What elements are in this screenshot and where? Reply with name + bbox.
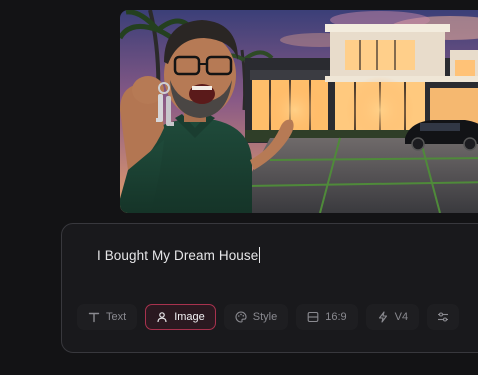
style-label: Style xyxy=(252,311,278,323)
model-version-label: V4 xyxy=(394,311,409,323)
lightning-icon xyxy=(378,311,387,323)
model-version-button[interactable]: V4 xyxy=(365,304,420,330)
prompt-input-text: I Bought My Dream House xyxy=(97,247,259,263)
sliders-icon xyxy=(438,312,449,322)
prompt-composer[interactable]: I Bought My Dream House Text Image Style… xyxy=(61,223,478,353)
app-stage: I Bought My Dream House Text Image Style… xyxy=(0,0,478,375)
style-button[interactable]: Style xyxy=(223,304,289,330)
dream-house-image xyxy=(120,10,478,213)
person-icon xyxy=(157,312,167,323)
prompt-input[interactable]: I Bought My Dream House xyxy=(97,247,261,263)
text-icon xyxy=(88,312,100,323)
palette-icon xyxy=(235,311,247,323)
text-mode-button[interactable]: Text xyxy=(77,304,138,330)
aspect-ratio-button[interactable]: 16:9 xyxy=(296,304,358,330)
text-caret xyxy=(259,247,261,263)
aspect-ratio-label: 16:9 xyxy=(325,311,347,323)
image-mode-label: Image xyxy=(174,311,205,323)
image-mode-button[interactable]: Image xyxy=(145,304,216,330)
aspect-ratio-icon xyxy=(307,311,319,323)
composer-toolbar: Text Image Style 16:9 V4 xyxy=(77,304,460,330)
settings-button[interactable] xyxy=(427,304,460,330)
text-mode-label: Text xyxy=(106,311,127,323)
generated-image[interactable] xyxy=(120,10,478,213)
